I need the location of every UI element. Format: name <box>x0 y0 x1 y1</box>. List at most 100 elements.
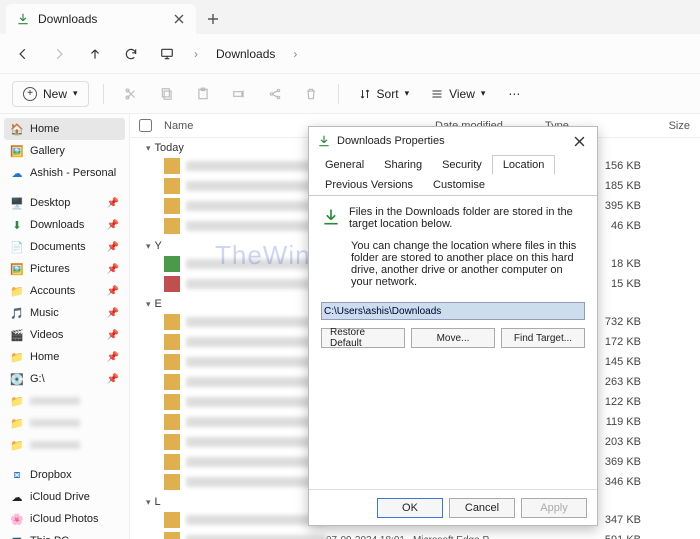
home-icon: 🏠 <box>10 122 24 136</box>
file-icon <box>164 354 180 370</box>
back-button[interactable] <box>14 45 32 63</box>
video-icon: 🎬 <box>10 328 24 342</box>
pin-icon: 📌 <box>107 198 119 209</box>
sidebar-item-music[interactable]: 🎵Music📌 <box>4 302 125 324</box>
close-tab-icon[interactable] <box>172 12 186 26</box>
monitor-icon[interactable] <box>158 45 176 63</box>
sidebar-item-documents[interactable]: 📄Documents📌 <box>4 236 125 258</box>
music-icon: 🎵 <box>10 306 24 320</box>
sidebar-item-icloud-photos[interactable]: 🌸iCloud Photos <box>4 508 125 530</box>
cut-icon[interactable] <box>118 81 144 107</box>
rename-icon[interactable] <box>226 81 252 107</box>
tab-location[interactable]: Location <box>492 155 556 175</box>
file-icon <box>164 454 180 470</box>
paste-icon[interactable] <box>190 81 216 107</box>
new-button[interactable]: + New ▾ <box>12 81 89 107</box>
sidebar-item-icloud-drive[interactable]: ☁iCloud Drive <box>4 486 125 508</box>
window-tab[interactable]: Downloads <box>6 4 196 34</box>
document-icon: 📄 <box>10 240 24 254</box>
sort-button[interactable]: Sort ▾ <box>353 81 416 107</box>
delete-icon[interactable] <box>298 81 324 107</box>
sidebar-item-gallery[interactable]: 🖼️Gallery <box>4 140 125 162</box>
move-button[interactable]: Move... <box>411 328 495 348</box>
sidebar-item-gdrive[interactable]: 💽G:\📌 <box>4 368 125 390</box>
file-icon <box>164 256 180 272</box>
location-path-input[interactable] <box>321 302 585 320</box>
chevron-down-icon: ▾ <box>73 88 78 99</box>
sidebar-item-home2[interactable]: 📁Home📌 <box>4 346 125 368</box>
dialog-close-button[interactable] <box>569 131 589 151</box>
forward-button[interactable] <box>50 45 68 63</box>
copy-icon[interactable] <box>154 81 180 107</box>
view-icon <box>431 88 443 100</box>
dialog-info2: You can change the location where files … <box>321 240 585 288</box>
sidebar-item-home[interactable]: 🏠Home <box>4 118 125 140</box>
file-icon <box>164 276 180 292</box>
download-arrow-icon <box>16 12 30 26</box>
sidebar-item-onedrive[interactable]: ☁Ashish - Personal <box>4 162 125 184</box>
refresh-button[interactable] <box>122 45 140 63</box>
chevron-down-icon: ▾ <box>481 88 486 99</box>
file-row[interactable]: 07-09-2024 18:01Microsoft Edge P...591 K… <box>130 530 700 539</box>
tab-customise[interactable]: Customise <box>423 175 495 195</box>
tab-general[interactable]: General <box>315 155 374 175</box>
download-icon: ⬇ <box>10 218 24 232</box>
sidebar-item-videos[interactable]: 🎬Videos📌 <box>4 324 125 346</box>
ok-button[interactable]: OK <box>377 498 443 518</box>
view-button[interactable]: View ▾ <box>425 81 491 107</box>
navbar: › Downloads › <box>0 34 700 74</box>
cancel-button[interactable]: Cancel <box>449 498 515 518</box>
sidebar-item-thispc[interactable]: 💻This PC <box>4 530 125 539</box>
sidebar-item-downloads[interactable]: ⬇Downloads📌 <box>4 214 125 236</box>
find-target-button[interactable]: Find Target... <box>501 328 585 348</box>
sidebar-item-dropbox[interactable]: ⧈Dropbox <box>4 464 125 486</box>
sidebar-item-accounts[interactable]: 📁Accounts📌 <box>4 280 125 302</box>
sidebar-item-folder1[interactable]: 📁 <box>4 390 125 412</box>
sidebar-item-folder2[interactable]: 📁 <box>4 412 125 434</box>
file-icon <box>164 512 180 528</box>
chevron-down-icon: ▾ <box>146 299 151 310</box>
select-all-checkbox[interactable] <box>139 119 152 132</box>
file-icon <box>164 394 180 410</box>
folder-icon: 📁 <box>10 350 24 364</box>
photos-icon: 🌸 <box>10 512 24 526</box>
folder-icon: 📁 <box>10 394 24 408</box>
col-size[interactable]: Size <box>640 120 700 132</box>
breadcrumb-downloads[interactable]: Downloads <box>216 47 275 61</box>
more-button[interactable]: ⋯ <box>501 81 527 107</box>
dialog-title: Downloads Properties <box>337 135 563 147</box>
up-button[interactable] <box>86 45 104 63</box>
desktop-icon: 🖥️ <box>10 196 24 210</box>
chevron-down-icon: ▾ <box>405 88 410 99</box>
sidebar-item-desktop[interactable]: 🖥️Desktop📌 <box>4 192 125 214</box>
toolbar: + New ▾ Sort ▾ View ▾ ⋯ <box>0 74 700 114</box>
sidebar-item-folder3[interactable]: 📁 <box>4 434 125 456</box>
new-tab-button[interactable] <box>196 4 230 34</box>
drive-icon: 💽 <box>10 372 24 386</box>
plus-icon: + <box>23 87 37 101</box>
tab-security[interactable]: Security <box>432 155 492 175</box>
pin-icon: 📌 <box>107 242 119 253</box>
sidebar-item-pictures[interactable]: 🖼️Pictures📌 <box>4 258 125 280</box>
pin-icon: 📌 <box>107 286 119 297</box>
file-icon <box>164 434 180 450</box>
dialog-tabs: General Sharing Security Location Previo… <box>309 155 597 196</box>
folder-icon: 📁 <box>10 284 24 298</box>
share-icon[interactable] <box>262 81 288 107</box>
tab-previous-versions[interactable]: Previous Versions <box>315 175 423 195</box>
gallery-icon: 🖼️ <box>10 144 24 158</box>
pictures-icon: 🖼️ <box>10 262 24 276</box>
file-icon <box>164 532 180 539</box>
file-icon <box>164 198 180 214</box>
restore-default-button[interactable]: Restore Default <box>321 328 405 348</box>
tab-sharing[interactable]: Sharing <box>374 155 432 175</box>
file-icon <box>164 178 180 194</box>
dialog-info1: Files in the Downloads folder are stored… <box>349 206 585 230</box>
chevron-down-icon: ▾ <box>146 143 151 154</box>
tab-label: Downloads <box>38 12 164 26</box>
folder-icon: 📁 <box>10 438 24 452</box>
chevron-right-icon: › <box>194 47 198 61</box>
apply-button[interactable]: Apply <box>521 498 587 518</box>
pin-icon: 📌 <box>107 220 119 231</box>
file-icon <box>164 334 180 350</box>
